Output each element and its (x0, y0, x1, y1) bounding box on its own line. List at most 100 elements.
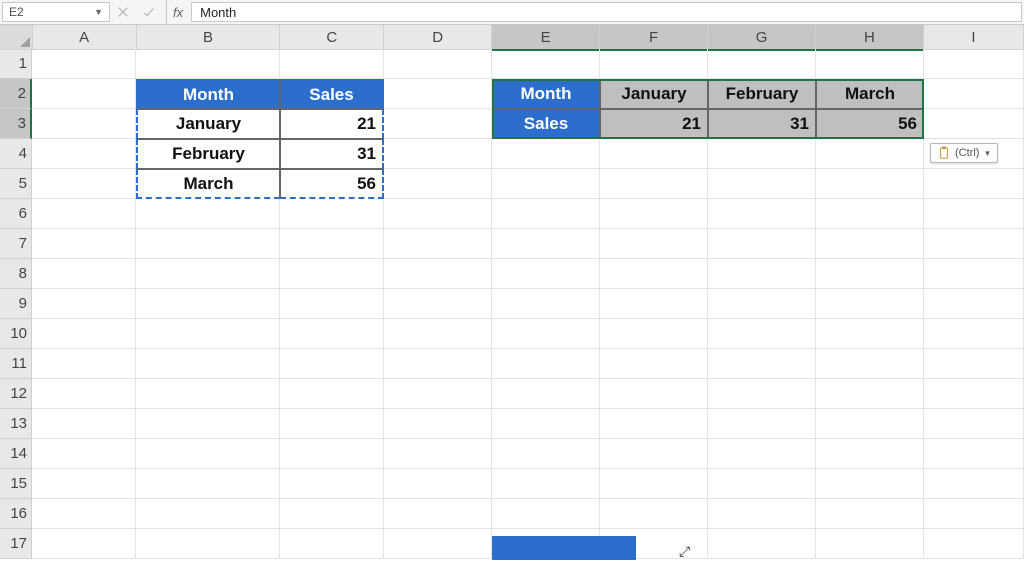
col-header-A[interactable]: A (33, 25, 137, 50)
cell[interactable] (924, 499, 1024, 529)
cell[interactable] (492, 289, 600, 319)
cell[interactable] (280, 469, 384, 499)
cell[interactable] (708, 169, 816, 199)
cell[interactable] (136, 259, 280, 289)
cell[interactable] (816, 529, 924, 559)
row-header[interactable]: 12 (0, 379, 32, 409)
cell[interactable] (816, 49, 924, 79)
cell-C4[interactable]: 31 (280, 139, 384, 169)
cell[interactable] (32, 139, 136, 169)
cell[interactable] (492, 319, 600, 349)
cell[interactable] (280, 229, 384, 259)
row-header[interactable]: 15 (0, 469, 32, 499)
cell[interactable] (708, 499, 816, 529)
cell[interactable] (708, 379, 816, 409)
paste-options-button[interactable]: (Ctrl) ▼ (930, 143, 998, 163)
enter-formula-icon[interactable] (136, 0, 162, 24)
cell[interactable] (600, 139, 708, 169)
cell[interactable] (32, 409, 136, 439)
cell[interactable] (816, 169, 924, 199)
cell[interactable] (492, 49, 600, 79)
cell[interactable] (280, 529, 384, 559)
cell[interactable] (136, 499, 280, 529)
cell[interactable] (924, 349, 1024, 379)
cell[interactable] (32, 349, 136, 379)
cell[interactable] (136, 229, 280, 259)
cell[interactable] (32, 199, 136, 229)
cell[interactable] (600, 439, 708, 469)
cell[interactable] (816, 289, 924, 319)
cell[interactable] (136, 409, 280, 439)
cell[interactable] (280, 259, 384, 289)
cell[interactable] (136, 379, 280, 409)
cell-F3[interactable]: 21 (600, 109, 708, 139)
cell[interactable] (492, 259, 600, 289)
row-header[interactable]: 14 (0, 439, 32, 469)
cell[interactable] (492, 409, 600, 439)
row-header[interactable]: 4 (0, 139, 32, 169)
cell[interactable] (600, 499, 708, 529)
cell[interactable] (280, 439, 384, 469)
col-header-F[interactable]: F (600, 25, 708, 51)
cell[interactable] (708, 409, 816, 439)
cell[interactable] (816, 469, 924, 499)
select-all-corner[interactable] (0, 25, 33, 50)
name-box[interactable]: E2 ▼ (2, 2, 110, 22)
cell[interactable] (32, 49, 136, 79)
cell[interactable] (600, 289, 708, 319)
cell[interactable] (384, 199, 492, 229)
row-header[interactable]: 13 (0, 409, 32, 439)
cell[interactable] (136, 289, 280, 319)
cell-B3[interactable]: January (136, 109, 280, 139)
row-header[interactable]: 2 (0, 79, 32, 109)
fx-label[interactable]: fx (167, 0, 189, 24)
cell[interactable] (924, 379, 1024, 409)
cell[interactable] (280, 379, 384, 409)
cell[interactable] (136, 469, 280, 499)
cell[interactable] (600, 379, 708, 409)
cell[interactable] (708, 469, 816, 499)
cell[interactable] (384, 49, 492, 79)
cell[interactable] (708, 139, 816, 169)
cell[interactable] (708, 259, 816, 289)
cell[interactable] (384, 289, 492, 319)
cell[interactable] (136, 529, 280, 559)
cell-B2[interactable]: Month (136, 79, 280, 109)
row-header[interactable]: 11 (0, 349, 32, 379)
cancel-formula-icon[interactable] (110, 0, 136, 24)
cell[interactable] (816, 409, 924, 439)
row-header[interactable]: 8 (0, 259, 32, 289)
cell[interactable] (600, 169, 708, 199)
cell[interactable] (136, 49, 280, 79)
row-header[interactable]: 10 (0, 319, 32, 349)
cell[interactable] (136, 349, 280, 379)
cell[interactable] (816, 259, 924, 289)
cell[interactable] (32, 169, 136, 199)
cell-E2[interactable]: Month (492, 79, 600, 109)
cell-C2[interactable]: Sales (280, 79, 384, 109)
cell-C3[interactable]: 21 (280, 109, 384, 139)
cell[interactable] (384, 469, 492, 499)
cell[interactable] (924, 169, 1024, 199)
cell[interactable] (492, 439, 600, 469)
cell[interactable] (384, 109, 492, 139)
cell[interactable] (492, 169, 600, 199)
cell[interactable] (384, 259, 492, 289)
cell-B5[interactable]: March (136, 169, 280, 199)
cell[interactable] (280, 289, 384, 319)
cell[interactable] (136, 199, 280, 229)
cell-B4[interactable]: February (136, 139, 280, 169)
cell[interactable] (492, 139, 600, 169)
cell[interactable] (600, 349, 708, 379)
cell[interactable] (924, 79, 1024, 109)
cell[interactable] (708, 319, 816, 349)
cell[interactable] (924, 229, 1024, 259)
cell[interactable] (32, 529, 136, 559)
cell[interactable] (600, 319, 708, 349)
cell[interactable] (384, 499, 492, 529)
col-header-C[interactable]: C (280, 25, 384, 50)
cell[interactable] (816, 319, 924, 349)
col-header-B[interactable]: B (137, 25, 281, 50)
cell[interactable] (492, 469, 600, 499)
cell[interactable] (32, 229, 136, 259)
